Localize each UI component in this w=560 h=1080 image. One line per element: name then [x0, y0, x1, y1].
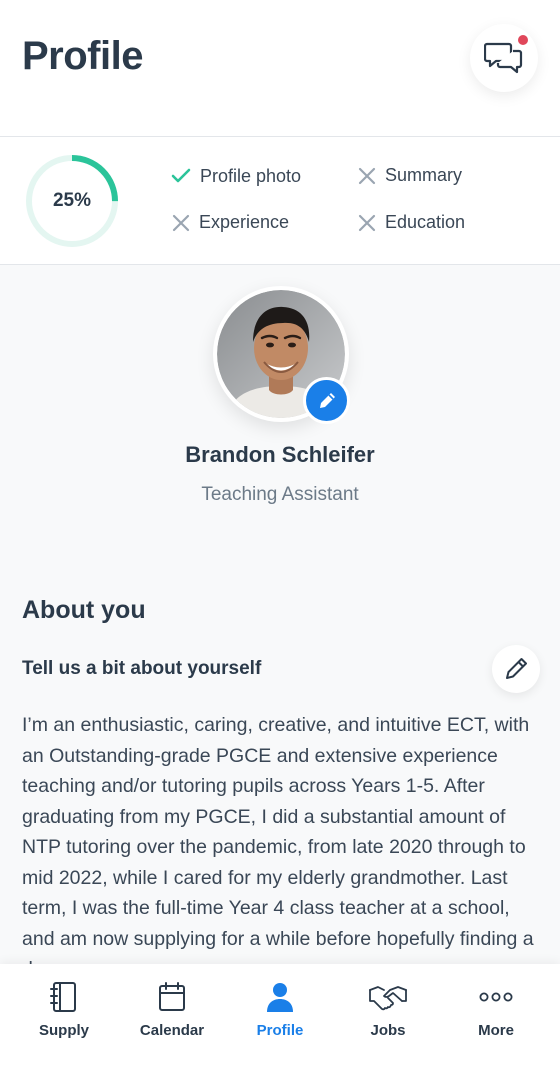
- profile-completion: 25% Profile photo Summary Experience Edu…: [0, 137, 560, 265]
- nav-calendar[interactable]: Calendar: [122, 964, 222, 1054]
- about-text: I’m an enthusiastic, caring, creative, a…: [22, 714, 534, 965]
- more-dots-icon: [479, 992, 513, 1002]
- checklist-education[interactable]: Education: [357, 212, 465, 233]
- checklist-label: Education: [385, 212, 466, 232]
- checklist-summary[interactable]: Summary: [357, 165, 462, 186]
- bottom-nav: Supply Calendar Profile Jobs More: [0, 964, 560, 1080]
- checklist-label: Summary: [385, 165, 463, 185]
- edit-about-button[interactable]: [492, 645, 540, 693]
- chat-bubbles-icon: [484, 42, 523, 74]
- profile-card: Brandon Schleifer Teaching Assistant: [0, 266, 560, 536]
- checklist-label: Experience: [199, 212, 290, 232]
- notebook-icon: [50, 982, 76, 1012]
- nav-supply[interactable]: Supply: [14, 964, 114, 1054]
- pencil-icon: [319, 392, 335, 408]
- cross-icon: [358, 214, 376, 231]
- checklist-experience[interactable]: Experience: [171, 212, 289, 233]
- page-title: Profile: [22, 34, 143, 78]
- edit-photo-button[interactable]: [303, 377, 350, 424]
- cross-icon: [358, 167, 376, 184]
- calendar-icon: [159, 982, 185, 1011]
- nav-profile[interactable]: Profile: [230, 964, 330, 1054]
- nav-label: More: [478, 1022, 514, 1039]
- checklist-profile-photo[interactable]: Profile photo: [170, 165, 301, 187]
- checklist-label: Profile photo: [200, 165, 302, 186]
- header: Profile: [0, 0, 560, 137]
- nav-jobs[interactable]: Jobs: [338, 964, 438, 1054]
- user-role: Teaching Assistant: [201, 484, 359, 505]
- nav-label: Jobs: [370, 1022, 406, 1039]
- nav-label: Calendar: [139, 1022, 205, 1039]
- person-icon: [267, 983, 293, 1012]
- about-title: About you: [22, 596, 146, 624]
- nav-label: Profile: [256, 1022, 304, 1039]
- messages-button[interactable]: [470, 24, 538, 92]
- about-subtitle: Tell us a bit about yourself: [22, 658, 262, 679]
- user-name: Brandon Schleifer: [185, 442, 375, 467]
- cross-icon: [172, 214, 190, 231]
- nav-label: Supply: [38, 1022, 89, 1039]
- handshake-icon: [369, 986, 407, 1011]
- nav-more[interactable]: More: [446, 964, 546, 1054]
- notification-dot: [518, 35, 528, 45]
- pencil-icon: [506, 658, 527, 679]
- check-icon: [171, 168, 191, 183]
- completion-percent: 25%: [52, 190, 92, 211]
